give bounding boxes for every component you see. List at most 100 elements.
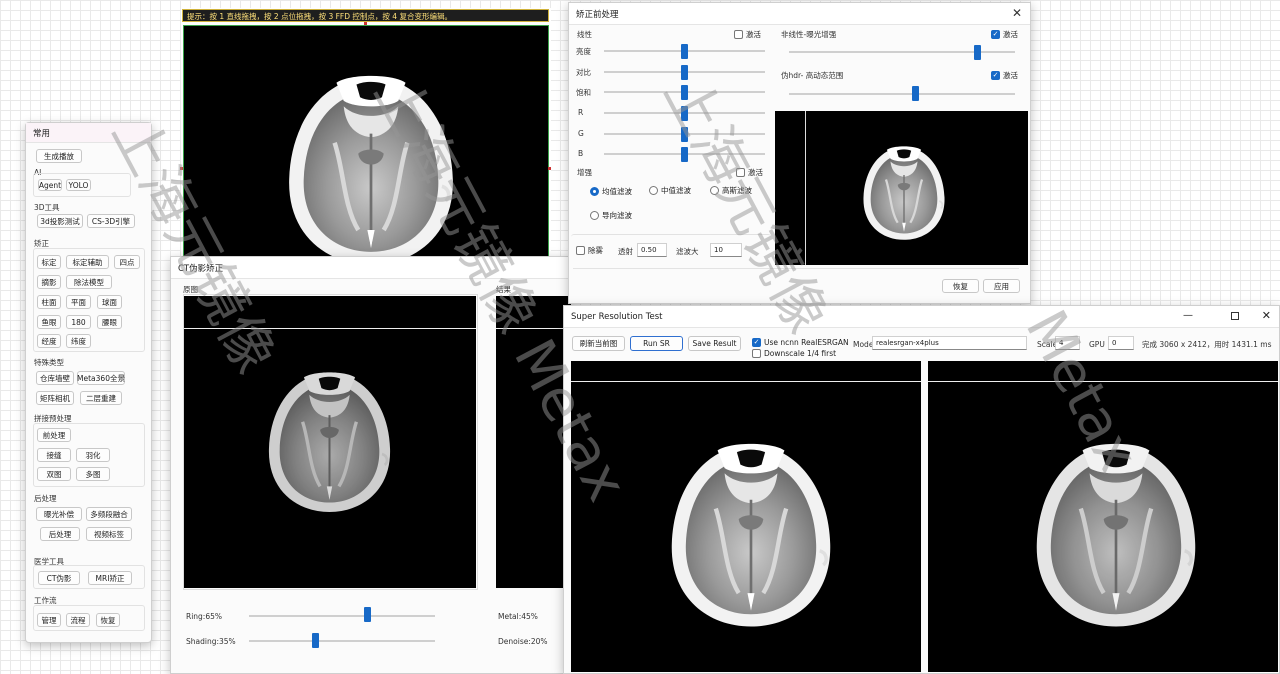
editor-window: 提示：按 1 直线拖拽，按 2 点位拖拽，按 3 FFD 控制点，按 4 复合变… — [180, 8, 551, 270]
restore-button[interactable]: 恢复 — [96, 613, 120, 627]
two-layer-rebuild-button[interactable]: 二层重建 — [80, 391, 122, 405]
multi-image-button[interactable]: 多图 — [76, 467, 110, 481]
nonlinear-activate-checkbox[interactable]: ✓ 激活 — [991, 29, 1018, 40]
gpu-input[interactable]: 0 — [1108, 336, 1134, 350]
restore-button[interactable]: 恢复 — [942, 279, 979, 293]
radio-icon — [590, 187, 599, 196]
warehouse-wall-button[interactable]: 仓库墙壁 — [36, 371, 74, 385]
sr-output-image — [928, 361, 1278, 672]
contrast-slider-thumb[interactable] — [681, 65, 688, 80]
g-slider-thumb[interactable] — [681, 127, 688, 142]
brightness-slider-thumb[interactable] — [681, 44, 688, 59]
latitude-button[interactable]: 纬度 — [66, 334, 91, 348]
postprocess-button[interactable]: 后处理 — [40, 527, 80, 541]
hdr-slider[interactable] — [789, 93, 1015, 95]
generate-play-button[interactable]: 生成播放 — [36, 149, 82, 163]
checkbox-icon — [734, 30, 743, 39]
matrix-camera-button[interactable]: 矩阵相机 — [36, 391, 74, 405]
apply-button[interactable]: 应用 — [983, 279, 1020, 293]
meta360-panorama-button[interactable]: Meta360全景 — [77, 371, 125, 385]
four-point-button[interactable]: 四点 — [114, 255, 140, 269]
cylinder-button[interactable]: 柱面 — [37, 295, 61, 309]
waist-eye-button[interactable]: 腰眼 — [97, 315, 122, 329]
result-label: 结果 — [496, 285, 511, 294]
sr-input-image — [571, 361, 921, 672]
original-image — [184, 296, 476, 588]
saturation-slider-thumb[interactable] — [681, 85, 688, 100]
nonlinear-label: 非线性-曝光增强 — [781, 30, 837, 39]
refresh-image-button[interactable]: 刷新当前图 — [572, 336, 625, 351]
longitude-button[interactable]: 经度 — [37, 334, 61, 348]
check-icon: ✓ — [752, 338, 761, 347]
shading-slider[interactable] — [249, 640, 435, 642]
save-result-button[interactable]: Save Result — [688, 336, 741, 351]
video-tag-button[interactable]: 视频标签 — [86, 527, 132, 541]
section-special-title: 特殊类型 — [34, 358, 64, 367]
division-model-button[interactable]: 除法模型 — [66, 275, 112, 289]
guided-filter-radio[interactable]: 导向滤波 — [590, 210, 632, 221]
calibrate-button[interactable]: 标定 — [37, 255, 61, 269]
mean-filter-radio[interactable]: 均值滤波 — [590, 186, 632, 197]
yolo-button[interactable]: YOLO — [66, 179, 91, 191]
transmit-input[interactable]: 0.50 — [637, 243, 667, 257]
ring-slider[interactable] — [249, 615, 435, 617]
calibrate-assist-button[interactable]: 标定辅助 — [66, 255, 109, 269]
dual-image-button[interactable]: 双图 — [37, 467, 71, 481]
agent-button[interactable]: Agent — [38, 179, 62, 191]
maximize-icon[interactable] — [1231, 312, 1239, 320]
plane-button[interactable]: 平面 — [66, 295, 91, 309]
checkbox-icon — [576, 246, 585, 255]
editor-ct-image — [280, 70, 462, 270]
linear-activate-checkbox[interactable]: 激活 — [734, 29, 761, 40]
3d-projection-test-button[interactable]: 3d投影测试 — [37, 214, 83, 228]
nonlinear-slider[interactable] — [789, 51, 1015, 53]
ct-artifact-window: CT伪影矫正 原图 结果 Ring:65% Shading:35% Metal:… — [170, 256, 571, 674]
nonlinear-slider-thumb[interactable] — [974, 45, 981, 60]
preview-image — [775, 111, 1028, 265]
sr-status: 完成 3060 x 2412，用时 1431.1 ms — [1142, 340, 1272, 349]
editor-canvas[interactable] — [183, 25, 549, 270]
hdr-activate-checkbox[interactable]: ✓ 激活 — [991, 70, 1018, 81]
ring-slider-thumb[interactable] — [364, 607, 371, 622]
hdr-slider-thumb[interactable] — [912, 86, 919, 101]
control-handle[interactable] — [548, 167, 551, 170]
ct-artifact-button[interactable]: CT伪影 — [38, 571, 80, 585]
exposure-compensation-button[interactable]: 曝光补偿 — [36, 507, 82, 521]
r-slider-thumb[interactable] — [681, 106, 688, 121]
mri-correct-button[interactable]: MRI矫正 — [88, 571, 132, 585]
process-button[interactable]: 流程 — [66, 613, 90, 627]
close-icon[interactable]: ✕ — [1012, 7, 1022, 19]
radio-icon — [649, 186, 658, 195]
gpu-label: GPU — [1089, 340, 1105, 349]
feather-button[interactable]: 羽化 — [76, 448, 110, 462]
180-button[interactable]: 180 — [66, 315, 91, 329]
minimize-icon[interactable]: — — [1183, 310, 1195, 321]
pre-process-dialog: 矫正前处理 ✕ 线性 激活 亮度 对比 饱和 R G B 增强 激活 均值滤波 … — [568, 2, 1031, 304]
shading-slider-thumb[interactable] — [312, 633, 319, 648]
tools-panel: 常用 生成播放 AI Agent YOLO 3D工具 3d投影测试 CS-3D引… — [25, 122, 152, 643]
slider-label: G — [578, 129, 584, 138]
filter-size-input[interactable]: 10 — [710, 243, 742, 257]
fisheye-button[interactable]: 鱼眼 — [37, 315, 61, 329]
projection-button[interactable]: 摘影 — [37, 275, 61, 289]
dehaze-checkbox[interactable]: 除雾 — [576, 245, 603, 256]
gaussian-filter-radio[interactable]: 高斯滤波 — [710, 185, 752, 196]
close-icon[interactable]: ✕ — [1262, 309, 1271, 322]
cs-3d-engine-button[interactable]: CS-3D引擎 — [87, 214, 135, 228]
scale-input[interactable]: 4 — [1055, 336, 1080, 350]
b-slider-thumb[interactable] — [681, 147, 688, 162]
seam-button[interactable]: 接缝 — [37, 448, 71, 462]
sphere-button[interactable]: 球面 — [97, 295, 122, 309]
enhance-activate-checkbox[interactable]: 激活 — [736, 167, 763, 178]
downscale-checkbox[interactable]: Downscale 1/4 first — [752, 349, 836, 358]
preprocess-button[interactable]: 前处理 — [37, 428, 71, 442]
control-handle[interactable] — [180, 167, 183, 170]
multiband-blend-button[interactable]: 多频段融合 — [86, 507, 132, 521]
control-handle[interactable] — [364, 22, 367, 25]
checkbox-icon — [752, 349, 761, 358]
manage-button[interactable]: 管理 — [37, 613, 61, 627]
median-filter-radio[interactable]: 中值滤波 — [649, 185, 691, 196]
use-ncnn-checkbox[interactable]: ✓ Use ncnn RealESRGAN — [752, 338, 849, 347]
model-input[interactable]: realesrgan-x4plus — [872, 336, 1027, 350]
run-sr-button[interactable]: Run SR — [630, 336, 683, 351]
